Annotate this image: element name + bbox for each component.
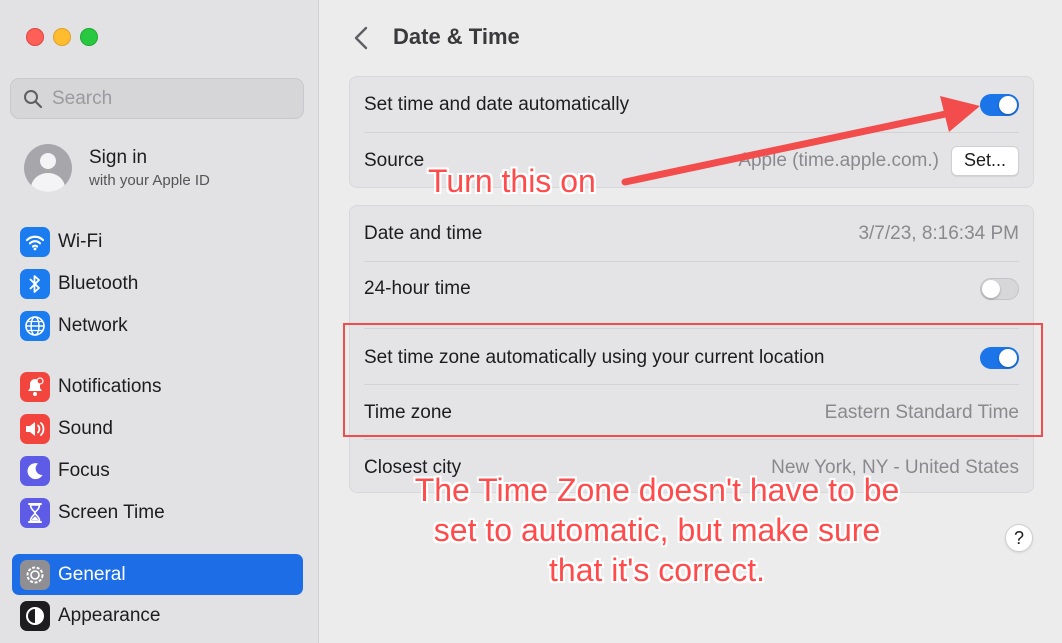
search-field[interactable] xyxy=(10,78,304,119)
signin-subtitle: with your Apple ID xyxy=(89,172,210,189)
globe-icon xyxy=(20,311,50,341)
auto-time-label: Set time and date automatically xyxy=(364,93,630,115)
sidebar-item-bluetooth[interactable]: Bluetooth xyxy=(12,264,303,304)
sidebar: Sign in with your Apple ID Wi-Fi Bluetoo… xyxy=(0,0,319,643)
source-label: Source xyxy=(364,149,425,171)
date-time-value: 3/7/23, 8:16:34 PM xyxy=(858,222,1019,244)
wifi-icon xyxy=(20,227,50,257)
hourglass-icon xyxy=(20,498,50,528)
sidebar-item-appearance[interactable]: Appearance xyxy=(12,596,303,636)
bell-icon xyxy=(20,372,50,402)
back-chevron-icon[interactable] xyxy=(350,24,374,52)
sidebar-item-focus[interactable]: Focus xyxy=(12,451,303,491)
sidebar-item-label: General xyxy=(58,563,126,585)
zoom-window-button[interactable] xyxy=(80,28,98,46)
date-time-label: Date and time xyxy=(364,222,483,244)
hour24-row: 24-hour time xyxy=(350,261,1033,316)
avatar xyxy=(24,144,72,192)
hour24-toggle[interactable] xyxy=(980,277,1019,300)
moon-icon xyxy=(20,456,50,486)
apple-id-signin[interactable]: Sign in with your Apple ID xyxy=(24,144,210,192)
annotation-turn-on: Turn this on xyxy=(428,163,596,199)
help-button[interactable]: ? xyxy=(1005,524,1033,552)
auto-time-toggle[interactable] xyxy=(980,93,1019,116)
sidebar-item-general[interactable]: General xyxy=(12,554,303,595)
hour24-label: 24-hour time xyxy=(364,277,471,299)
sidebar-item-screen-time[interactable]: Screen Time xyxy=(12,493,303,533)
sidebar-item-network[interactable]: Network xyxy=(12,306,303,346)
appearance-icon xyxy=(20,601,50,631)
close-window-button[interactable] xyxy=(26,28,44,46)
window-controls xyxy=(26,28,98,46)
sidebar-item-label: Network xyxy=(58,315,128,336)
sidebar-item-sound[interactable]: Sound xyxy=(12,409,303,449)
sidebar-item-label: Sound xyxy=(58,418,113,439)
highlight-box xyxy=(343,323,1043,437)
source-value: Apple (time.apple.com.) xyxy=(738,149,939,171)
gear-icon xyxy=(20,559,50,590)
bluetooth-icon xyxy=(20,269,50,299)
page-title: Date & Time xyxy=(393,24,520,49)
sidebar-item-notifications[interactable]: Notifications xyxy=(12,367,303,407)
sidebar-item-label: Focus xyxy=(58,460,110,481)
sidebar-item-label: Appearance xyxy=(58,605,161,626)
sidebar-item-label: Wi-Fi xyxy=(58,231,103,252)
search-icon xyxy=(24,89,43,108)
sidebar-item-label: Screen Time xyxy=(58,502,165,523)
date-time-row: Date and time 3/7/23, 8:16:34 PM xyxy=(350,206,1033,261)
annotation-note: The Time Zone doesn't have to be set to … xyxy=(414,472,900,588)
minimize-window-button[interactable] xyxy=(53,28,71,46)
search-input[interactable] xyxy=(52,87,292,110)
sidebar-item-label: Notifications xyxy=(58,376,162,397)
speaker-icon xyxy=(20,414,50,444)
signin-title: Sign in xyxy=(89,147,148,168)
sidebar-item-wifi[interactable]: Wi-Fi xyxy=(12,222,303,262)
sidebar-item-label: Bluetooth xyxy=(58,273,139,294)
auto-time-row: Set time and date automatically xyxy=(350,77,1033,132)
set-source-button[interactable]: Set... xyxy=(950,145,1019,176)
